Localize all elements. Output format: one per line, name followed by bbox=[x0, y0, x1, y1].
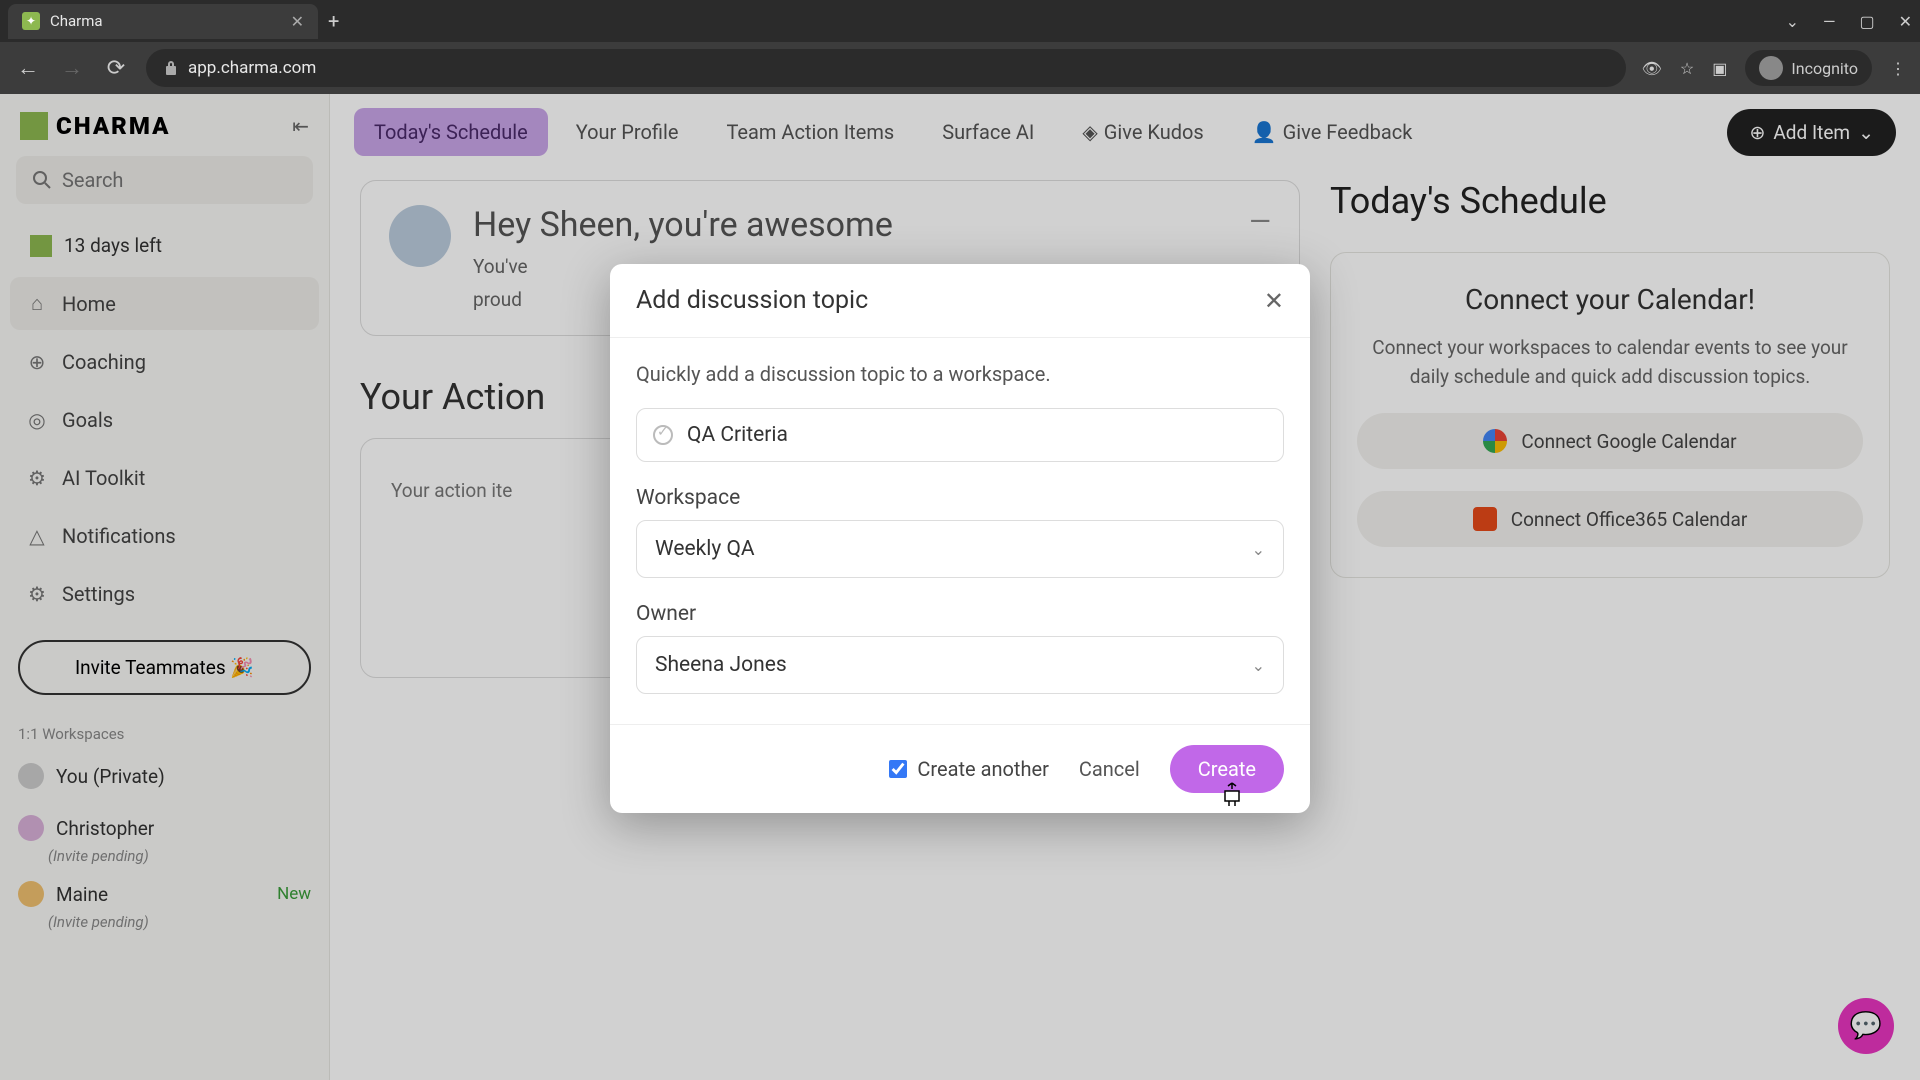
back-button[interactable]: ← bbox=[14, 55, 42, 81]
topic-input-wrap[interactable] bbox=[636, 408, 1284, 462]
forward-button[interactable]: → bbox=[58, 55, 86, 81]
modal-body: Quickly add a discussion topic to a work… bbox=[610, 338, 1310, 724]
close-icon[interactable]: ✕ bbox=[291, 12, 304, 31]
owner-label: Owner bbox=[636, 602, 1284, 626]
browser-chrome: ✦ Charma ✕ + ⌄ — ▢ ✕ ← → ⟳ app.charma.co… bbox=[0, 0, 1920, 94]
chevron-down-icon[interactable]: ⌄ bbox=[1786, 12, 1799, 31]
browser-tab[interactable]: ✦ Charma ✕ bbox=[8, 4, 318, 39]
incognito-label: Incognito bbox=[1791, 59, 1858, 78]
modal-footer: Create another Cancel Create bbox=[610, 724, 1310, 813]
tab-title: Charma bbox=[50, 12, 281, 30]
favicon-icon: ✦ bbox=[22, 12, 40, 30]
create-another-checkbox[interactable]: Create another bbox=[889, 757, 1048, 781]
menu-icon[interactable]: ⋮ bbox=[1890, 59, 1906, 78]
eye-off-icon[interactable]: 👁 bbox=[1642, 59, 1662, 78]
close-icon[interactable]: ✕ bbox=[1264, 287, 1284, 315]
url-box[interactable]: app.charma.com bbox=[146, 49, 1626, 87]
modal-header: Add discussion topic ✕ bbox=[610, 264, 1310, 338]
chevron-down-icon: ⌄ bbox=[1252, 656, 1265, 675]
create-another-label: Create another bbox=[917, 757, 1048, 781]
address-bar: ← → ⟳ app.charma.com 👁 ☆ ▣ Incognito ⋮ bbox=[0, 42, 1920, 94]
cancel-button[interactable]: Cancel bbox=[1079, 757, 1140, 781]
extensions-icon[interactable]: ▣ bbox=[1712, 59, 1727, 78]
tab-bar: ✦ Charma ✕ + ⌄ — ▢ ✕ bbox=[0, 0, 1920, 42]
workspace-label: Workspace bbox=[636, 486, 1284, 510]
create-another-input[interactable] bbox=[889, 760, 907, 778]
address-bar-right: 👁 ☆ ▣ Incognito ⋮ bbox=[1642, 50, 1906, 86]
bookmark-icon[interactable]: ☆ bbox=[1680, 59, 1694, 78]
window-close-icon[interactable]: ✕ bbox=[1899, 12, 1912, 31]
add-discussion-topic-modal: Add discussion topic ✕ Quickly add a dis… bbox=[610, 264, 1310, 813]
modal-title: Add discussion topic bbox=[636, 286, 868, 315]
owner-value: Sheena Jones bbox=[655, 653, 787, 677]
workspace-value: Weekly QA bbox=[655, 537, 755, 561]
incognito-icon bbox=[1759, 56, 1783, 80]
check-circle-icon bbox=[653, 425, 673, 445]
minimize-icon[interactable]: — bbox=[1823, 12, 1836, 31]
url-text: app.charma.com bbox=[188, 58, 316, 78]
create-button[interactable]: Create bbox=[1170, 745, 1284, 793]
new-tab-button[interactable]: + bbox=[328, 9, 339, 33]
chevron-down-icon: ⌄ bbox=[1252, 540, 1265, 559]
lock-icon bbox=[164, 60, 178, 76]
incognito-badge[interactable]: Incognito bbox=[1745, 50, 1872, 86]
workspace-select[interactable]: Weekly QA ⌄ bbox=[636, 520, 1284, 578]
modal-backdrop[interactable]: Add discussion topic ✕ Quickly add a dis… bbox=[0, 94, 1920, 1080]
owner-select[interactable]: Sheena Jones ⌄ bbox=[636, 636, 1284, 694]
modal-description: Quickly add a discussion topic to a work… bbox=[636, 362, 1284, 386]
maximize-icon[interactable]: ▢ bbox=[1859, 12, 1874, 31]
topic-input[interactable] bbox=[687, 423, 1267, 447]
app: CHARMA ⇤ 13 days left ⌂ Home ⊕ Coaching … bbox=[0, 94, 1920, 1080]
reload-button[interactable]: ⟳ bbox=[102, 56, 130, 81]
window-controls: ⌄ — ▢ ✕ bbox=[1786, 12, 1912, 31]
